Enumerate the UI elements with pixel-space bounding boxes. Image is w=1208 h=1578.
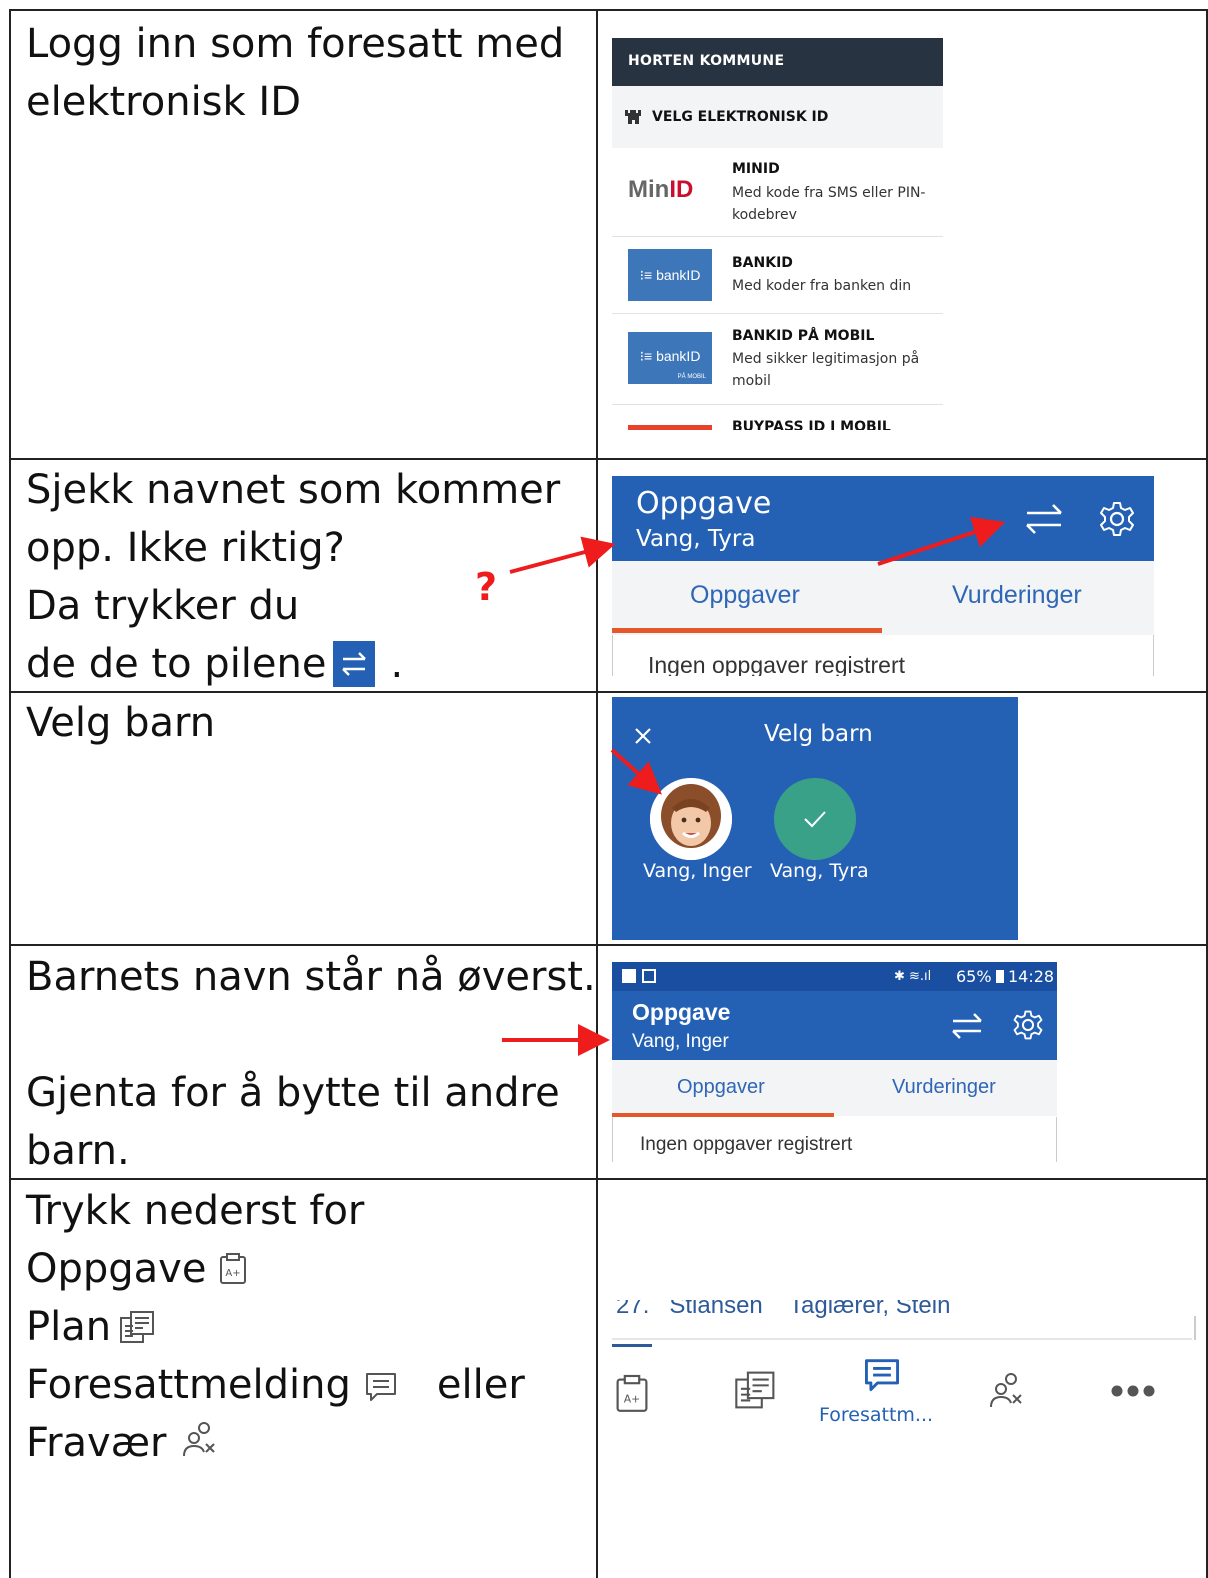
- row-divider-1: [9, 458, 1208, 460]
- partial-list-row: 27. Stiansen Taglærer, Stein: [616, 1300, 951, 1319]
- switch-child-icon-2[interactable]: [950, 1009, 986, 1043]
- check-icon: [804, 811, 826, 828]
- child-avatar-tyra[interactable]: [774, 778, 856, 860]
- tab-oppgaver[interactable]: Oppgaver: [690, 581, 800, 610]
- table-border-top: [9, 9, 1208, 11]
- absence-icon-inline: [183, 1422, 216, 1457]
- task-icon-inline: A+: [220, 1253, 247, 1284]
- outlook-status-icon: [642, 969, 656, 983]
- question-marker: ?: [475, 565, 498, 609]
- login-screenshot: HORTEN KOMMUNE VELG ELEKTRONISK ID MinID…: [612, 38, 943, 430]
- child-name-inger: Vang, Inger: [643, 860, 752, 882]
- app-title: Oppgave: [636, 486, 772, 521]
- message-icon-inline: [365, 1373, 396, 1401]
- bankid-logo: ⁝≡ bankID: [628, 249, 712, 301]
- child-avatar-inger[interactable]: [650, 778, 732, 860]
- gear-icon[interactable]: [1098, 500, 1136, 538]
- app-child-name: Vang, Tyra: [636, 526, 756, 552]
- dialog-title: Velg barn: [764, 721, 873, 747]
- tab-oppgaver-2[interactable]: Oppgaver: [677, 1076, 765, 1099]
- calendar-status-icon: [622, 969, 636, 983]
- row3-instruction: Velg barn: [26, 700, 216, 746]
- eid-option-minid[interactable]: MinID MINID Med kode fra SMS eller PIN-k…: [612, 148, 943, 237]
- castle-icon: [625, 110, 641, 124]
- column-divider: [596, 9, 598, 1578]
- list-divider: [612, 1338, 1192, 1340]
- scroll-indicator: [1194, 1316, 1196, 1340]
- row1-instruction: Logg inn som foresatt med elektronisk ID: [26, 21, 565, 125]
- svg-text:A+: A+: [226, 1268, 241, 1279]
- tab-vurderinger[interactable]: Vurderinger: [952, 581, 1082, 610]
- plan-icon[interactable]: [734, 1368, 778, 1412]
- plan-icon-inline: [120, 1311, 155, 1343]
- eid-option-buypass[interactable]: BUYPASS ID I MOBIL: [612, 405, 943, 430]
- app-header: Oppgave Vang, Tyra: [612, 476, 1154, 561]
- switch-arrows-icon-inline: [332, 641, 375, 687]
- tab-vurderinger-2[interactable]: Vurderinger: [892, 1076, 996, 1099]
- child-name-tyra: Vang, Tyra: [770, 860, 869, 882]
- eid-option-bankid[interactable]: ⁝≡ bankID BANKID Med koder fra banken di…: [612, 237, 943, 314]
- app-header-2: Oppgave Vang, Inger: [612, 991, 1057, 1060]
- active-tab-indicator: [612, 628, 882, 633]
- eid-subheader: VELG ELEKTRONISK ID: [612, 86, 943, 148]
- girl-photo: [650, 778, 732, 860]
- time-text: 14:28: [1008, 967, 1055, 986]
- municipality-header: HORTEN KOMMUNE: [612, 38, 943, 86]
- table-border-left: [9, 9, 11, 1578]
- row-divider-3: [9, 944, 1208, 946]
- minid-logo: MinID: [628, 176, 694, 203]
- bottom-nav-screenshot: 27. Stiansen Taglærer, Stein A+ Foresatt…: [612, 1300, 1206, 1440]
- message-icon[interactable]: [862, 1356, 902, 1392]
- empty-message: Ingen oppgaver registrert: [648, 652, 905, 676]
- gear-icon-2[interactable]: [1012, 1009, 1044, 1041]
- battery-text: 65%: [956, 967, 992, 986]
- empty-message-2: Ingen oppgaver registrert: [640, 1134, 853, 1155]
- close-icon[interactable]: [634, 727, 652, 745]
- active-nav-label[interactable]: Foresattm...: [819, 1404, 933, 1426]
- buypass-logo: [628, 425, 712, 430]
- svg-text:A+: A+: [624, 1392, 640, 1405]
- app-child-name-2: Vang, Inger: [632, 1031, 729, 1052]
- app-screenshot-inger: ✱ ≋.ıl 65% 14:28 Oppgave Vang, Inger Opp…: [612, 962, 1057, 1162]
- eid-option-bankid-mobil[interactable]: ⁝≡ bankID PÅ MOBIL BANKID PÅ MOBIL Med si…: [612, 314, 943, 405]
- more-icon[interactable]: [1110, 1384, 1156, 1398]
- row4-instruction: Barnets navn står nå øverst. Gjenta for …: [26, 954, 596, 1174]
- velg-barn-screenshot: Velg barn Vang, Inger Vang, Tyra: [612, 697, 1018, 940]
- row5-instruction: Trykk nederst for Oppgave A+ Plan Foresat…: [26, 1188, 525, 1466]
- status-bar: ✱ ≋.ıl 65% 14:28: [612, 962, 1057, 991]
- app-title-2: Oppgave: [632, 999, 731, 1025]
- bluetooth-wifi-signal-icons: ✱ ≋.ıl: [894, 969, 932, 984]
- battery-icon: [996, 970, 1004, 983]
- absence-icon[interactable]: [987, 1370, 1029, 1412]
- task-icon[interactable]: A+: [614, 1372, 650, 1416]
- switch-child-icon[interactable]: [1024, 498, 1066, 540]
- nav-divider-partial: [612, 1344, 652, 1347]
- bankid-mobil-logo: ⁝≡ bankID PÅ MOBIL: [628, 332, 712, 384]
- app-screenshot-tyra: Oppgave Vang, Tyra Oppgaver Vurderinger …: [612, 476, 1154, 676]
